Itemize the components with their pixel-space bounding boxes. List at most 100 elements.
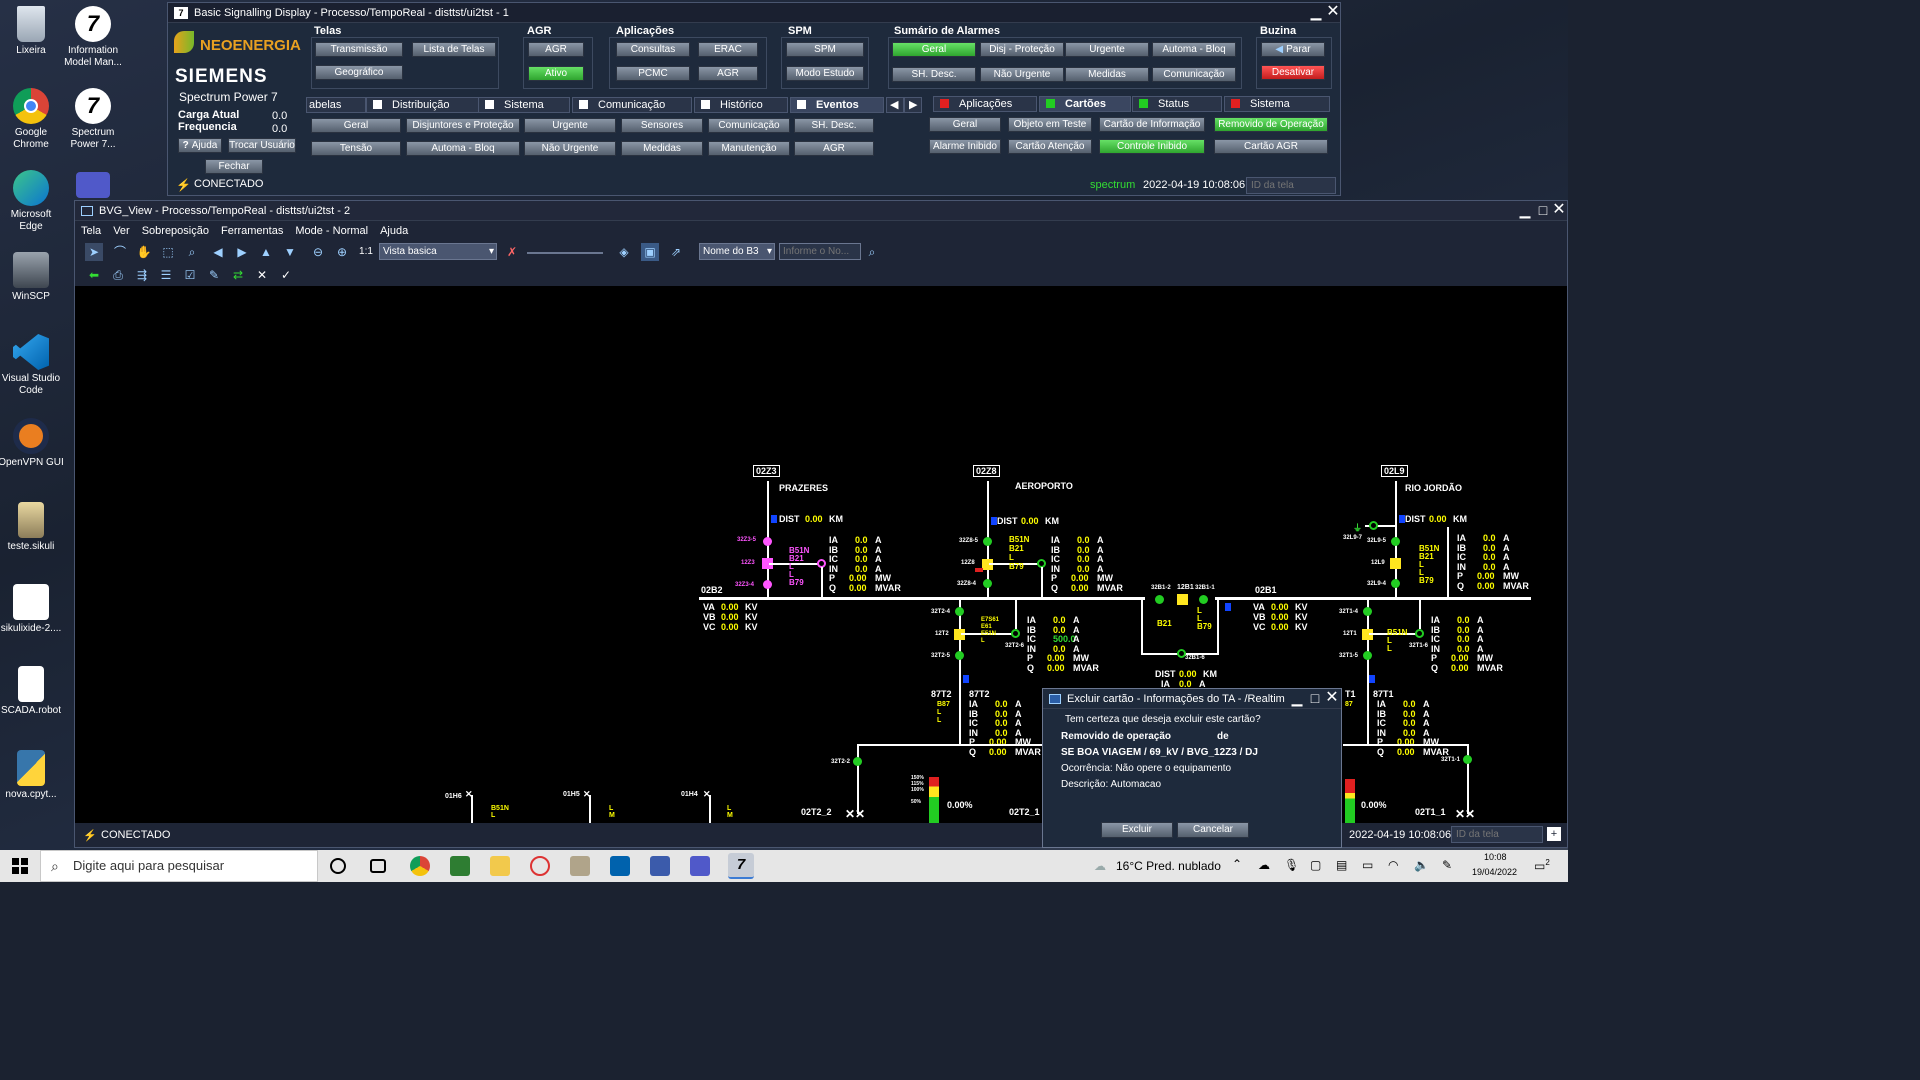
breaker-x-icon[interactable]: ✕✕ [845, 807, 865, 821]
measurement-value[interactable]: 0.00 [1047, 663, 1065, 673]
eventos-urgente-button[interactable]: Urgente [524, 118, 616, 133]
notifications-icon[interactable]: ▭2 [1534, 858, 1550, 873]
switch-closed[interactable] [1391, 579, 1400, 588]
vscode-taskbar-icon[interactable] [610, 856, 630, 876]
measurement-value[interactable]: 0.0 [855, 564, 868, 574]
measurement-value[interactable]: 0.0 [855, 545, 868, 555]
pointer-icon[interactable]: ➤ [85, 243, 103, 261]
measurement-value[interactable]: 0.0 [1457, 644, 1470, 654]
alarme-inibido-button[interactable]: Alarme Inibido [929, 139, 1001, 154]
maximize-button[interactable]: □ [1535, 203, 1551, 219]
measurement-value[interactable]: 0.00 [1477, 571, 1495, 581]
menu-mode[interactable]: Mode - Normal [289, 225, 374, 237]
switch-closed[interactable] [983, 579, 992, 588]
spm-button[interactable]: SPM [786, 42, 864, 57]
desktop-icon-scada-robot[interactable]: SCADA.robot [0, 666, 64, 717]
cross-icon[interactable]: ✕ [253, 266, 271, 284]
measurement-value[interactable]: 0.00 [1451, 653, 1469, 663]
feeder-tag-02l9[interactable]: 02L9 [1381, 465, 1408, 477]
cartao-atencao-button[interactable]: Cartão Atenção [1008, 139, 1092, 154]
eventos-comunicacao-button[interactable]: Comunicação [708, 118, 790, 133]
eventos-automa-bloq-button[interactable]: Automa - Bloq [406, 141, 520, 156]
switch-open[interactable] [1011, 629, 1020, 638]
desktop-icon-spectrum-power[interactable]: 7 Spectrum Power 7... [60, 88, 126, 151]
excluir-button[interactable]: Excluir [1101, 822, 1173, 838]
switch-open[interactable] [1415, 629, 1424, 638]
switch-closed[interactable] [1363, 607, 1372, 616]
aplicacoes-agr-button[interactable]: AGR [698, 66, 758, 81]
alarmes-urgente-button[interactable]: Urgente [1065, 42, 1149, 57]
tab-status[interactable]: Status [1132, 96, 1222, 112]
lasso-icon[interactable]: ⌒ [111, 243, 129, 261]
measurement-value[interactable]: 0.0 [1483, 533, 1496, 543]
measurement-value[interactable]: 0.00 [849, 583, 867, 593]
agr-button[interactable]: AGR [528, 42, 584, 57]
add-icon[interactable]: + [1547, 827, 1561, 841]
zoom-in-icon[interactable]: ⊕ [333, 243, 351, 261]
measurement-value[interactable]: 0.0 [1457, 634, 1470, 644]
tab-scroll-left-button[interactable]: ◀ [886, 97, 904, 113]
controle-inibido-button[interactable]: Controle Inibido [1099, 139, 1205, 154]
desktop-icon-sikulixide[interactable]: sikulixide-2.... [0, 584, 64, 635]
pencil-icon[interactable]: ✎ [205, 266, 223, 284]
measurement-value[interactable]: 0.0 [995, 718, 1008, 728]
tab-sistema[interactable]: Sistema [478, 97, 570, 113]
fechar-button[interactable]: Fechar [205, 159, 263, 174]
measurement-value[interactable]: 0.00 [1071, 573, 1089, 583]
tab-aplicacoes[interactable]: Aplicações [933, 96, 1037, 112]
desktop-icon-winscp[interactable]: WinSCP [0, 252, 64, 303]
desktop-icon-openvpn[interactable]: OpenVPN GUI [0, 418, 64, 469]
desktop-icon-information-model[interactable]: 7 Information Model Man... [60, 6, 126, 69]
cortana-icon[interactable] [330, 858, 346, 874]
volume-icon[interactable]: 🔈 [1414, 858, 1429, 872]
list-arrow-icon[interactable]: ⇶ [133, 266, 151, 284]
windows-start-icon[interactable] [12, 858, 28, 874]
breaker-12l9[interactable] [1390, 558, 1401, 569]
eventos-sh-desc-button[interactable]: SH. Desc. [794, 118, 874, 133]
chevron-up-icon[interactable]: ⌃ [1232, 857, 1242, 871]
measurement-value[interactable]: 0.0 [1483, 543, 1496, 553]
ajuda-button[interactable]: ? Ajuda [178, 138, 222, 153]
measurement-value[interactable]: 0.00 [1397, 747, 1415, 757]
print-icon[interactable]: ⎙ [109, 266, 127, 284]
alarmes-sh-desc-button[interactable]: SH. Desc. [892, 67, 976, 82]
app-taskbar-icon[interactable] [450, 856, 470, 876]
tab-cartoes[interactable]: Cartões [1039, 96, 1131, 112]
bsd-titlebar[interactable]: 7 Basic Signalling Display - Processo/Te… [168, 3, 1340, 23]
desktop-icon-chrome[interactable]: Google Chrome [0, 88, 64, 151]
cloud-icon[interactable]: ☁ [1258, 858, 1270, 872]
close-button[interactable]: ✕ [1325, 4, 1341, 21]
switch-closed[interactable] [1155, 595, 1164, 604]
clock-time[interactable]: 10:08 [1484, 852, 1507, 862]
arrow-up-icon[interactable]: ▲ [257, 243, 275, 261]
measurement-value[interactable]: 0.0 [855, 535, 868, 545]
menu-tela[interactable]: Tela [75, 225, 107, 237]
arrow-down-icon[interactable]: ▼ [281, 243, 299, 261]
menu-ferramentas[interactable]: Ferramentas [215, 225, 289, 237]
geografico-button[interactable]: Geográfico [315, 65, 403, 80]
teams-taskbar-icon[interactable] [690, 856, 710, 876]
measurement-value[interactable]: 0.0 [995, 699, 1008, 709]
desktop-icon-vscode[interactable]: Visual Studio Code [0, 334, 64, 397]
measurement-value[interactable]: 0.00 [1047, 653, 1065, 663]
alarmes-medidas-button[interactable]: Medidas [1065, 67, 1149, 82]
trocar-usuario-button[interactable]: Trocar Usuário [228, 138, 296, 153]
export-icon[interactable]: ⇗ [667, 243, 685, 261]
measurement-value[interactable]: 0.00 [849, 573, 867, 583]
measurement-value[interactable]: 0.0 [1457, 625, 1470, 635]
ativo-button[interactable]: Ativo [528, 66, 584, 81]
eventos-geral-button[interactable]: Geral [311, 118, 401, 133]
menu-ajuda[interactable]: Ajuda [374, 225, 414, 237]
measurement-value[interactable]: 0.0 [1483, 552, 1496, 562]
alarmes-disj-protecao-button[interactable]: Disj - Proteção [980, 42, 1064, 57]
desktop-icon-edge[interactable]: Microsoft Edge [0, 170, 64, 233]
tab-historico[interactable]: Histórico [694, 97, 788, 113]
arrow-left-icon[interactable]: ◀ [209, 243, 227, 261]
minimize-button[interactable]: ▁ [1308, 5, 1324, 21]
tray-app-icon-2[interactable]: ▤ [1336, 858, 1347, 872]
crossing-icon[interactable]: ✗ [503, 243, 521, 261]
taskbar-search[interactable]: ⌕ Digite aqui para pesquisar [40, 850, 318, 882]
measurement-value[interactable]: 0.0 [1403, 728, 1416, 738]
measurement-value[interactable]: 0.0 [1053, 644, 1066, 654]
measurement-value[interactable]: 0.0 [1077, 564, 1090, 574]
